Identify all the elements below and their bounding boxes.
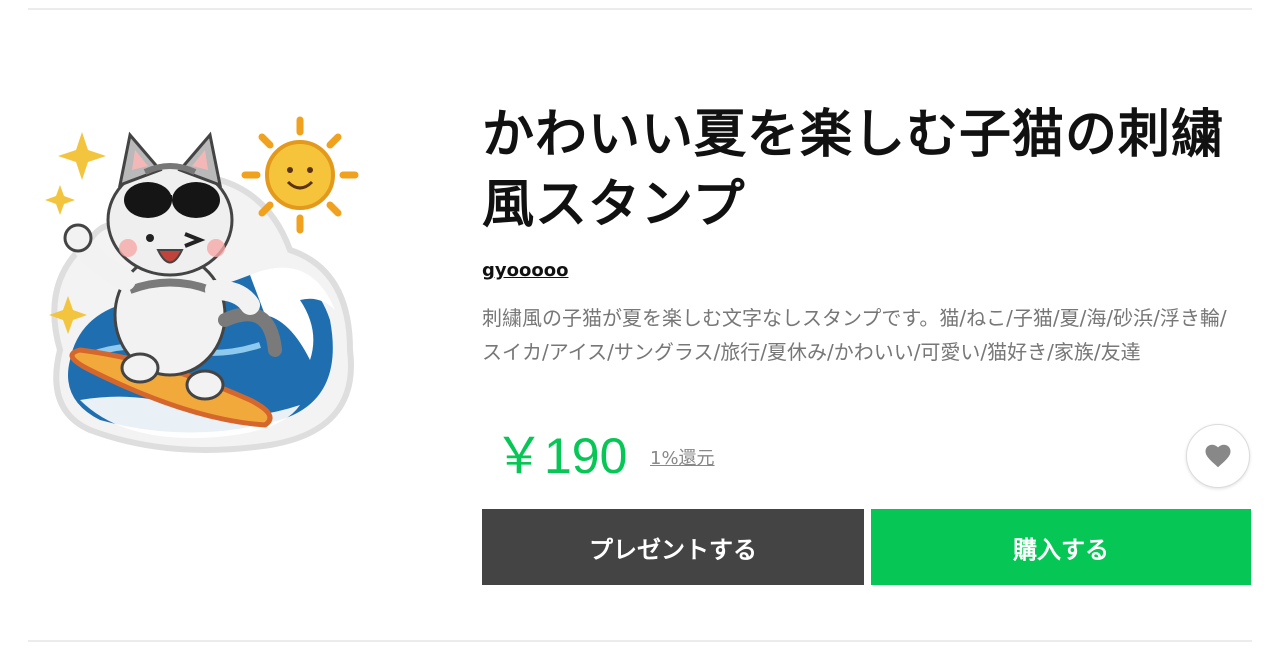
favorite-button[interactable] <box>1186 424 1250 488</box>
heart-icon <box>1205 444 1231 468</box>
cashback-link[interactable]: 1%還元 <box>650 444 715 470</box>
present-button[interactable]: プレゼントする <box>482 509 864 585</box>
sticker-main-image <box>20 100 380 480</box>
price: ￥190 <box>494 428 628 484</box>
price-row: ￥190 1%還元 <box>482 420 1252 500</box>
author-link[interactable]: gyooooo <box>482 260 568 281</box>
buy-button[interactable]: 購入する <box>871 509 1251 585</box>
sticker-title: かわいい夏を楽しむ子猫の刺繍風スタンプ <box>482 105 1225 235</box>
top-divider <box>28 8 1252 10</box>
bottom-divider <box>28 640 1252 642</box>
sticker-description: 刺繍風の子猫が夏を楽しむ文字なしスタンプです。猫/ねこ/子猫/夏/海/砂浜/浮き… <box>482 306 1227 364</box>
